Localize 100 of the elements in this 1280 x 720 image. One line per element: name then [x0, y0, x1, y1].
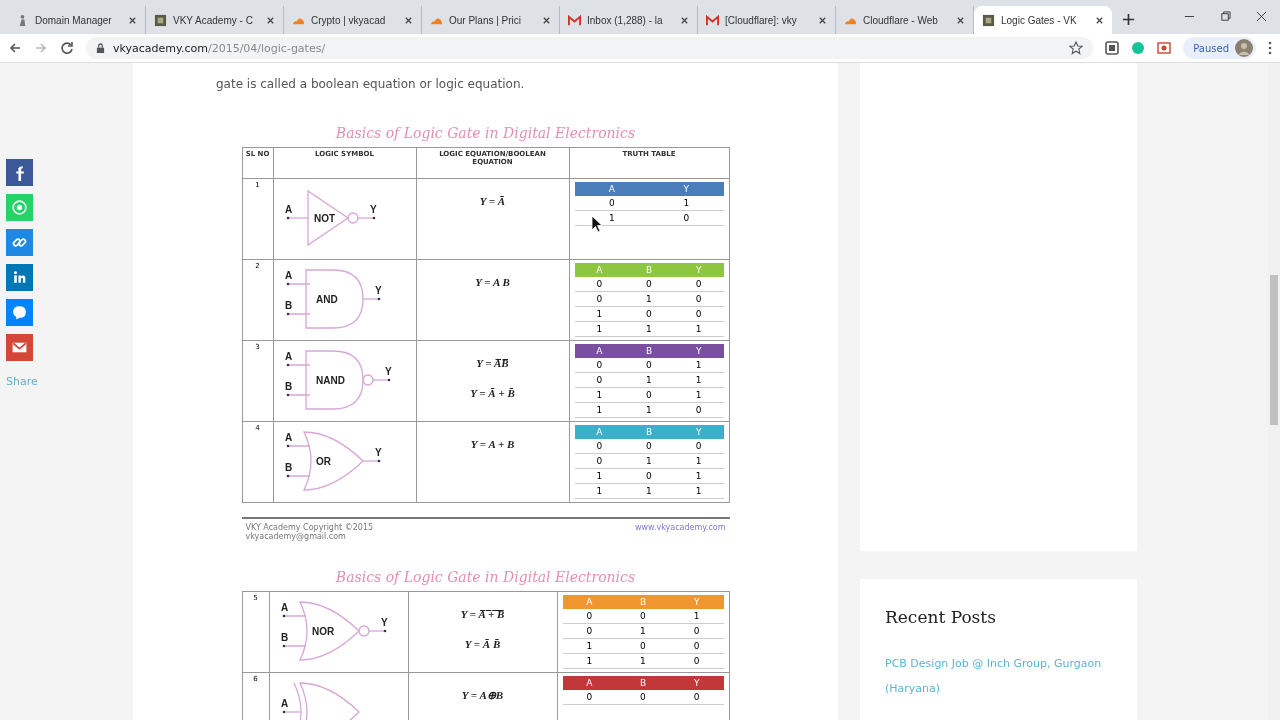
figure-title: Basics of Logic Gate in Digital Electronics	[334, 569, 637, 585]
footer-text: VKY Academy Copyright ©2015	[245, 523, 374, 532]
boolean-equation: Y = Ā B̄	[464, 638, 501, 650]
truth-value: 0	[695, 405, 702, 415]
extension-icon[interactable]	[1105, 41, 1120, 55]
truth-value: 0	[596, 375, 603, 385]
truth-value: 0	[695, 294, 702, 304]
truth-value: 1	[596, 471, 603, 481]
share-button[interactable]	[6, 159, 33, 186]
column-header: Y	[695, 265, 702, 275]
boolean-equation: Y = A⊕B	[461, 689, 504, 702]
truth-value: 0	[693, 656, 700, 666]
truth-value: 0	[586, 611, 593, 621]
truth-value: 0	[596, 279, 603, 289]
truth-value: 0	[596, 441, 603, 451]
close-icon[interactable]	[1095, 15, 1104, 25]
column-header: Y	[683, 184, 689, 194]
column-header: A	[596, 346, 603, 356]
column-header: B	[639, 678, 647, 688]
close-icon[interactable]	[1256, 11, 1267, 22]
truth-value: 0	[646, 441, 652, 451]
truth-value: 1	[646, 456, 652, 466]
column-header: Y	[695, 427, 702, 437]
boolean-equation: Y = Ā	[479, 195, 506, 207]
share-button[interactable]	[6, 299, 33, 326]
truth-value: 0	[646, 360, 652, 370]
restore-icon[interactable]	[1220, 11, 1231, 22]
truth-value: 1	[695, 456, 702, 466]
close-icon[interactable]	[680, 15, 689, 25]
gate-label: NOR	[311, 626, 334, 637]
truth-value: 0	[683, 213, 690, 223]
article-text: gate is called a boolean equation or logic equation.	[216, 76, 525, 93]
profile-button[interactable]: Paused	[1183, 37, 1256, 59]
boolean-equation: Y = A̅ ̅+̅ ̅B̅	[460, 608, 505, 620]
mail-icon	[568, 13, 581, 27]
truth-value: 1	[596, 486, 603, 496]
record-icon[interactable]	[1157, 41, 1172, 55]
avatar-icon	[1235, 39, 1253, 57]
truth-value: 1	[646, 405, 652, 415]
gate-label: NAND	[315, 375, 345, 386]
pin-label: B	[284, 300, 292, 311]
plus-icon[interactable]	[1122, 13, 1135, 26]
truth-value: 0	[640, 611, 646, 621]
close-icon[interactable]	[956, 15, 965, 25]
in-mark-icon	[11, 269, 28, 286]
column-header: B	[645, 265, 653, 275]
close-icon[interactable]	[818, 15, 827, 25]
truth-value: 1	[596, 390, 603, 400]
lock-icon	[96, 42, 105, 54]
truth-value: 1	[596, 309, 603, 319]
pin-label: A	[280, 602, 288, 613]
pin-label: Y	[374, 285, 382, 296]
truth-value: 0	[646, 309, 652, 319]
column-header: Y	[695, 346, 702, 356]
close-icon[interactable]	[266, 15, 275, 25]
boolean-equation: Y = A̅B̅	[476, 357, 509, 369]
truth-value: 1	[646, 324, 652, 334]
share-button[interactable]	[6, 229, 33, 256]
truth-value: 1	[596, 324, 603, 334]
truth-value: 0	[596, 456, 603, 466]
column-header: B	[645, 346, 653, 356]
column-header: Y	[693, 678, 700, 688]
menu-icon[interactable]	[1268, 41, 1272, 55]
pin-label: B	[284, 462, 292, 473]
truth-value: 1	[683, 198, 690, 208]
truth-value: 0	[693, 641, 700, 651]
star-icon[interactable]	[1069, 41, 1084, 55]
truth-value: 0	[640, 692, 646, 702]
truth-value: 1	[695, 360, 702, 370]
truth-value: 1	[640, 656, 646, 666]
truth-value: 1	[695, 471, 702, 481]
boolean-equation: Y = Ā + B̄	[470, 387, 515, 399]
back-arrow-icon[interactable]	[8, 41, 22, 55]
truth-value: 0	[693, 626, 700, 636]
truth-value: 1	[646, 486, 652, 496]
close-icon[interactable]	[542, 15, 551, 25]
address-bar[interactable]: vkyacademy.com/2015/04/logic-gates/	[86, 37, 1094, 59]
pin-label: B	[280, 632, 288, 643]
share-button[interactable]	[6, 334, 33, 361]
column-header: B	[639, 597, 647, 607]
truth-value: 1	[646, 375, 652, 385]
close-icon[interactable]	[128, 15, 137, 25]
truth-value: 0	[695, 279, 702, 289]
pin-label: A	[284, 204, 292, 215]
mail-icon	[706, 13, 719, 27]
scrollbar-thumb[interactable]	[1270, 275, 1278, 425]
browser-tab[interactable]: Logic Gates - VK	[974, 6, 1112, 34]
pin-label: Y	[369, 204, 377, 215]
pin-label: Y	[380, 617, 388, 628]
truth-value: 0	[695, 441, 702, 451]
column-header: B	[645, 427, 653, 437]
share-button[interactable]	[6, 264, 33, 291]
close-icon[interactable]	[404, 15, 413, 25]
widget-title: Recent Posts	[885, 607, 997, 627]
truth-value: 0	[586, 692, 593, 702]
gate-label: AND	[315, 294, 338, 305]
pin-label: A	[284, 432, 292, 443]
truth-value: 1	[695, 390, 702, 400]
reload-icon[interactable]	[60, 41, 74, 55]
truth-value: 0	[695, 309, 702, 319]
